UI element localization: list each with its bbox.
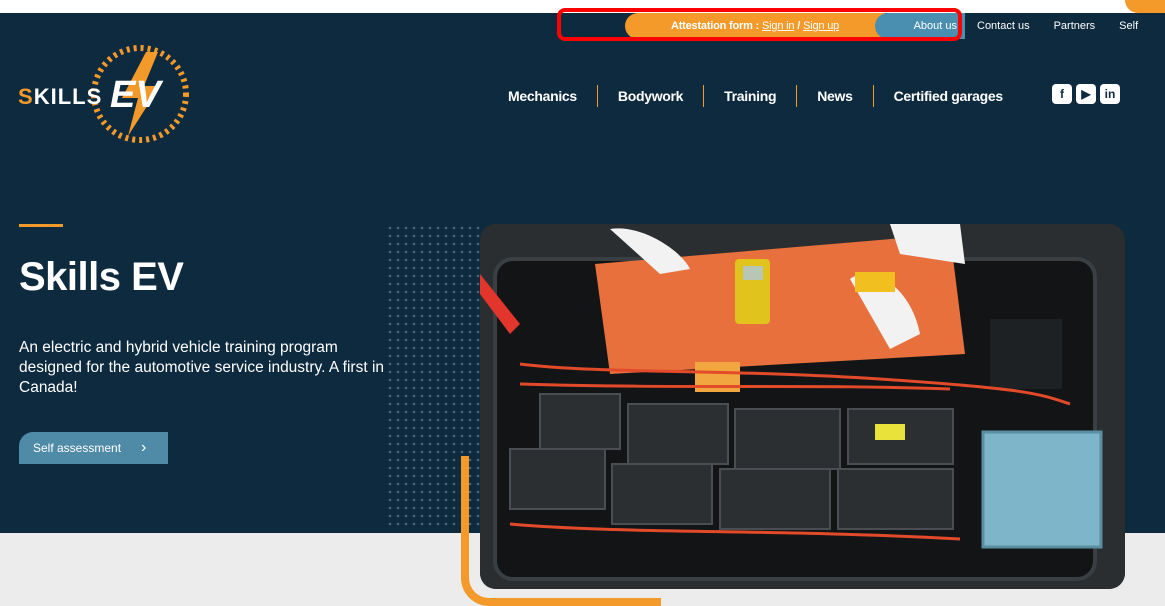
contact-us-link[interactable]: Contact us [965, 20, 1042, 32]
logo-ev: EV [110, 74, 161, 116]
self-assessment-button[interactable]: Self assessment › [19, 432, 168, 464]
nav-training[interactable]: Training [703, 85, 796, 107]
self-assessment-label: Self assessment [33, 441, 122, 455]
battery-illustration [480, 224, 1125, 589]
nav-certified-garages[interactable]: Certified garages [872, 85, 1023, 107]
nav-mechanics[interactable]: Mechanics [496, 85, 597, 107]
hero-description: An electric and hybrid vehicle training … [19, 339, 385, 396]
self-link[interactable]: Self [1107, 20, 1150, 32]
facebook-icon[interactable]: f [1052, 84, 1072, 104]
chevron-right-icon: › [141, 439, 147, 456]
linkedin-icon[interactable]: in [1100, 84, 1120, 104]
battery-pack-photo [480, 224, 1125, 589]
main-nav: Mechanics Bodywork Training News Certifi… [496, 85, 1023, 107]
youtube-icon[interactable]: ▶ [1076, 84, 1096, 104]
title-accent-line [19, 224, 63, 227]
highlight-box [557, 8, 962, 41]
skills-ev-logo[interactable]: SKILLS EV [18, 38, 208, 150]
nav-bodywork[interactable]: Bodywork [596, 85, 703, 107]
page-title: Skills EV [19, 255, 184, 299]
nav-news[interactable]: News [796, 85, 872, 107]
logo-wordmark: SKILLS [18, 84, 103, 109]
social-links: f ▶ in [1052, 84, 1120, 104]
orange-corner-decoration [1125, 0, 1165, 13]
partners-link[interactable]: Partners [1042, 20, 1108, 32]
